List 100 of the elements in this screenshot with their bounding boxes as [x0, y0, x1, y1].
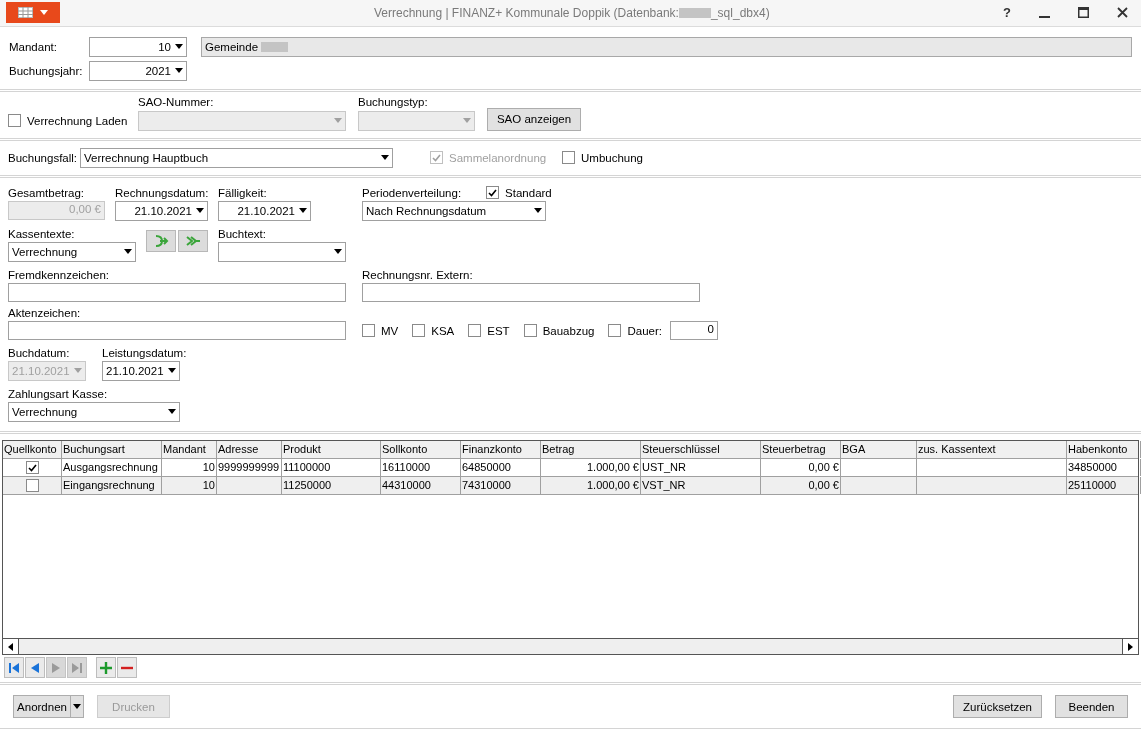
show-sao-button[interactable]: SAO anzeigen [487, 107, 581, 131]
field-label: Kassentexte: [8, 226, 76, 241]
checkbox-label: Standard [505, 185, 552, 200]
checkbox[interactable] [562, 151, 575, 165]
dropdown-arrow-icon [168, 368, 176, 374]
maximize-icon[interactable] [1078, 7, 1089, 19]
dropdown[interactable]: 10 [89, 36, 187, 57]
duration-field[interactable]: 0 [669, 320, 718, 340]
table-row[interactable]: Ausgangsrechnung 10 9999999999 11100000 16110000 64850000 1.000,00 € UST_NR 0,00 € 34850000 [3, 459, 1138, 478]
column-header[interactable]: Adresse [217, 441, 282, 459]
transfer-button[interactable] [146, 229, 176, 252]
dropdown[interactable]: Nach Rechnungsdatum [362, 200, 546, 221]
field-label: Leistungsdatum: [102, 345, 187, 360]
field-label: Buchdatum: [8, 345, 71, 360]
column-header[interactable]: Produkt [282, 441, 381, 459]
action-button[interactable]: Beenden [1055, 695, 1128, 719]
dropdown[interactable]: Verrechnung Hauptbuch [80, 147, 393, 168]
table-cell: 34850000 [1067, 459, 1141, 477]
dropdown[interactable]: Verrechnung [8, 241, 136, 262]
field-label: Gesamtbetrag: [8, 185, 86, 200]
checkbox[interactable] [486, 186, 500, 200]
table-icon [18, 7, 33, 19]
dropdown-arrow-icon [168, 409, 176, 415]
dropdown-arrow-icon [534, 208, 542, 214]
scroll-right-icon[interactable] [1128, 642, 1133, 651]
column-header[interactable]: Buchungsart [62, 441, 162, 459]
field-label: Aktenzeichen: [8, 305, 82, 320]
action-button[interactable]: Anordnen [13, 695, 71, 719]
close-icon[interactable] [1117, 7, 1128, 19]
column-header[interactable]: Habenkonto [1067, 441, 1141, 459]
table-cell: 25110000 [1067, 477, 1141, 495]
dropdown-arrow-icon [175, 68, 183, 74]
table-cell: 11100000 [282, 459, 381, 477]
table-cell: 10 [162, 477, 217, 495]
table-cell: 64850000 [461, 459, 541, 477]
column-header[interactable]: Betrag [541, 441, 641, 459]
checkbox[interactable] [8, 114, 21, 128]
column-header[interactable]: Quellkonto [3, 441, 62, 459]
column-header[interactable]: Finanzkonto [461, 441, 541, 459]
dropdown-arrow-icon [463, 118, 471, 124]
column-header[interactable]: Steuerbetrag [761, 441, 841, 459]
table-cell: 1.000,00 € [541, 477, 641, 495]
dropdown[interactable] [218, 241, 346, 262]
dropdown[interactable]: 21.10.2021 [218, 200, 311, 221]
scroll-left-icon[interactable] [8, 642, 13, 651]
dropdown[interactable]: Verrechnung [8, 401, 180, 422]
checkbox-label: Sammelanordnung [449, 150, 547, 165]
checkbox[interactable] [412, 324, 426, 338]
previous-record-icon[interactable] [25, 657, 45, 679]
dropdown-arrow-icon [73, 704, 81, 710]
column-header[interactable]: Mandant [162, 441, 217, 459]
input-field[interactable] [362, 282, 700, 302]
table-cell: 44310000 [381, 477, 461, 495]
checkbox[interactable] [25, 479, 39, 493]
field-label: SAO-Nummer: [138, 94, 215, 109]
table-cell: 74310000 [461, 477, 541, 495]
municipality-name: Gemeinde [205, 39, 259, 54]
table-cell: 0,00 € [761, 477, 841, 495]
window-title: _sql_dbx4) [710, 6, 770, 20]
action-button[interactable]: Zurücksetzen [953, 695, 1042, 719]
dropdown[interactable]: 21.10.2021 [102, 360, 180, 381]
column-header[interactable]: Sollkonto [381, 441, 461, 459]
dropdown-arrow-icon [124, 249, 132, 255]
dropdown-button[interactable] [71, 695, 84, 719]
redacted-text [678, 8, 711, 18]
horizontal-scrollbar[interactable] [3, 638, 1138, 655]
table-row[interactable]: Eingangsrechnung 10 11250000 44310000 74310000 1.000,00 € VST_NR 0,00 € 25110000 [3, 477, 1138, 496]
table-cell: Ausgangsrechnung [62, 459, 162, 477]
table-cell: 1.000,00 € [541, 459, 641, 477]
dropdown[interactable]: 2021 [89, 60, 187, 81]
help-button[interactable]: ? [989, 6, 1025, 20]
minus-icon[interactable] [117, 657, 137, 679]
checkbox[interactable] [608, 324, 622, 338]
transfer-button[interactable] [178, 229, 208, 252]
column-header[interactable]: zus. Kassentext [917, 441, 1067, 459]
checkbox[interactable] [523, 324, 537, 338]
column-header[interactable]: BGA [841, 441, 917, 459]
field-label: Buchtext: [218, 226, 267, 241]
column-header[interactable]: Steuerschlüssel [641, 441, 761, 459]
input-field[interactable] [8, 282, 346, 302]
window-title: Verrechnung | FINANZ+ Kommunale Doppik (Datenbank: [374, 6, 679, 20]
dropdown-arrow-icon [334, 249, 342, 255]
checkbox[interactable] [362, 324, 375, 338]
plus-icon[interactable] [96, 657, 116, 679]
checkbox[interactable] [25, 461, 39, 475]
dropdown[interactable]: 21.10.2021 [115, 200, 208, 221]
field-label: Zahlungsart Kasse: [8, 386, 109, 401]
table-cell: 11250000 [282, 477, 381, 495]
table-cell: 16110000 [381, 459, 461, 477]
checkbox-label: MV [381, 323, 399, 338]
dropdown-arrow-icon [299, 208, 307, 214]
dropdown-arrow-icon [74, 368, 82, 374]
first-record-icon[interactable] [4, 657, 24, 679]
checkbox[interactable] [468, 324, 482, 338]
redacted-text [261, 41, 289, 52]
checkbox-label: Bauabzug [542, 323, 595, 338]
table-cell: VST_NR [641, 477, 761, 495]
app-menu-button[interactable] [6, 2, 60, 24]
field-label: Buchungstyp: [358, 94, 429, 109]
input-field[interactable] [8, 320, 346, 340]
